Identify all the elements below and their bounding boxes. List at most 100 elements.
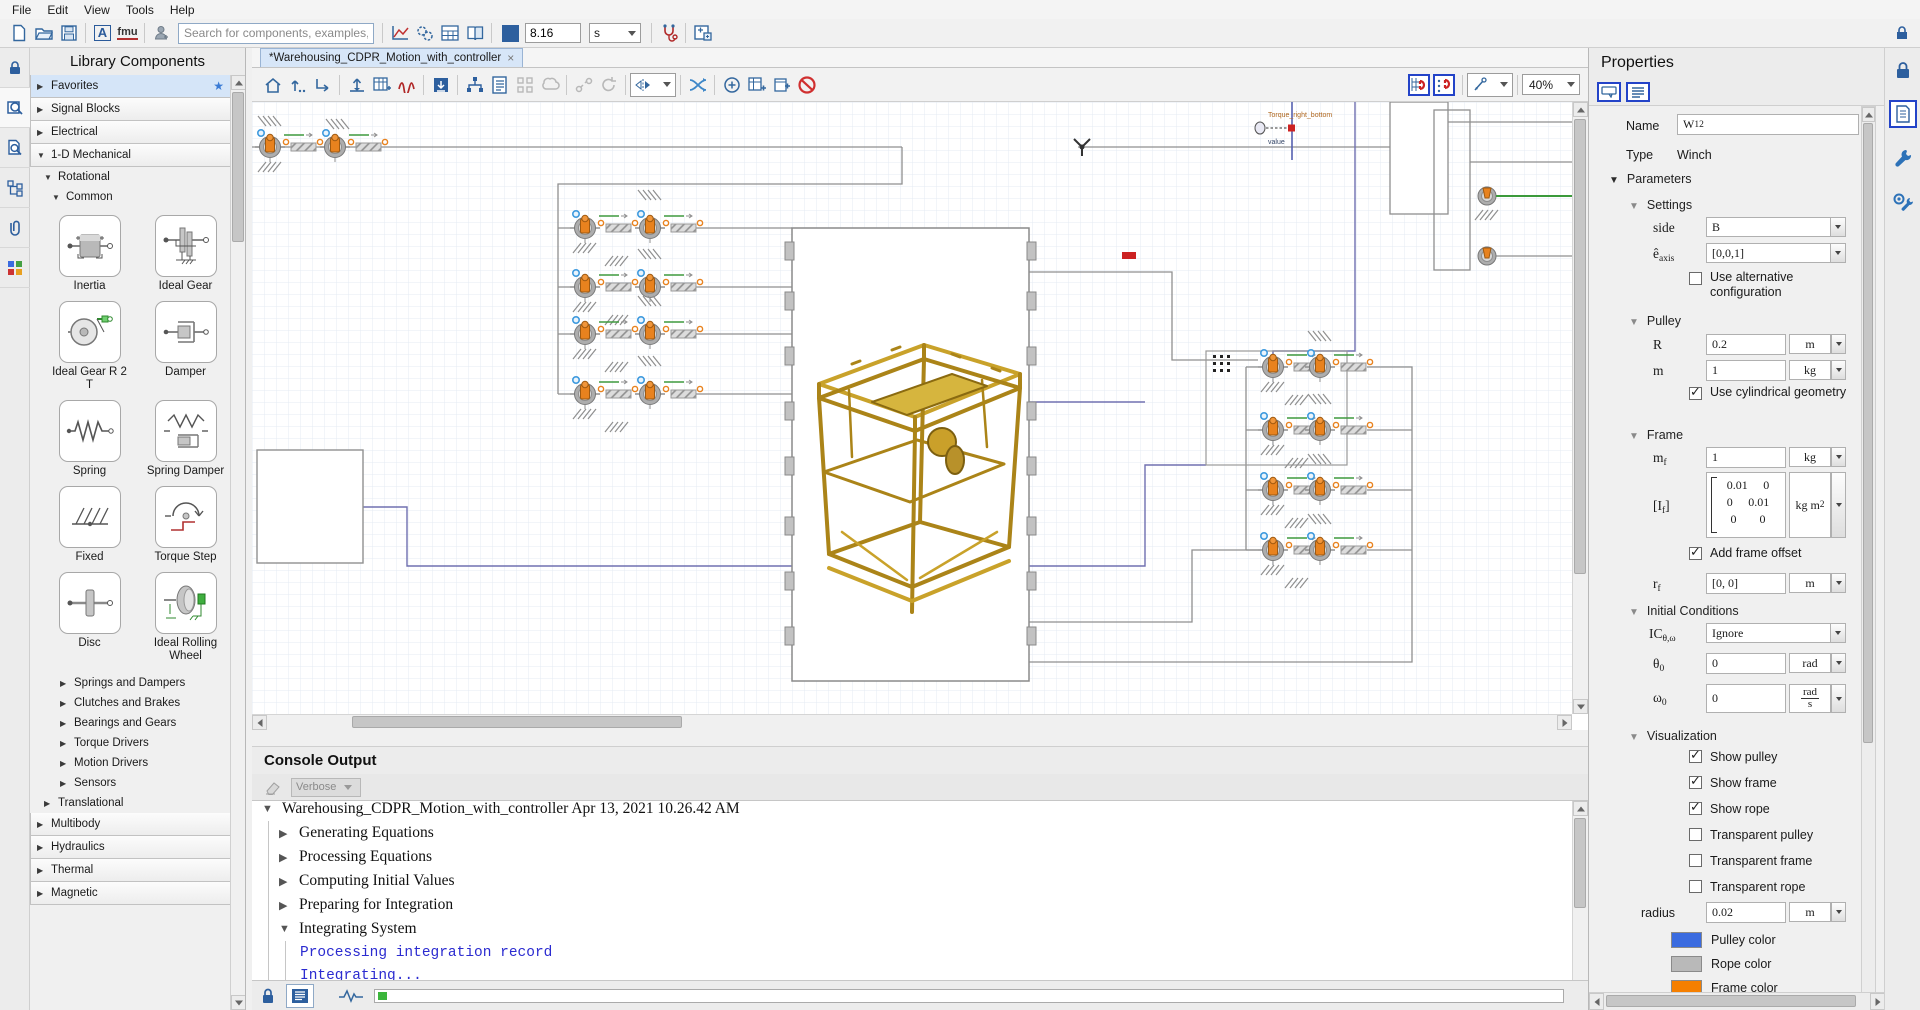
parameters-section-header[interactable]: ▼Parameters [1609,172,1692,186]
menu-edit[interactable]: Edit [39,1,76,19]
home-view-button[interactable] [260,73,285,97]
status-simulation-icon[interactable] [338,988,364,1004]
library-search-icon[interactable] [0,88,30,128]
library-item-bearings-and-gears[interactable]: ▶Bearings and Gears [30,713,231,733]
ic-select[interactable]: Ignore [1706,623,1846,643]
simulation-settings-icon[interactable] [1885,136,1920,180]
console-run-header[interactable]: ▼ Warehousing_CDPR_Motion_with_controlle… [262,801,1572,821]
library-item-1d-mechanical[interactable]: ▼1-D Mechanical [30,144,231,167]
schematic-canvas[interactable]: Torque_right_bottom value [252,102,1588,730]
model-tree-icon[interactable] [0,168,30,208]
code-generation-button[interactable] [437,21,462,45]
pulley-section-header[interactable]: ▼Pulley [1629,314,1681,328]
snapshot-button[interactable] [690,21,715,45]
open-file-button[interactable] [31,21,56,45]
show-rope-checkbox[interactable] [1689,802,1702,815]
status-document-view-button[interactable] [286,984,314,1008]
library-item-motion-drivers[interactable]: ▶Motion Drivers [30,753,231,773]
frame-inertia-matrix[interactable]: 0.010 00.01 00 [1706,472,1786,538]
multibody-settings-icon[interactable] [1885,180,1920,224]
lock-properties-icon[interactable] [1885,48,1920,92]
menu-help[interactable]: Help [162,1,203,19]
export-subsystem-button[interactable] [344,73,369,97]
library-item-rotational[interactable]: ▼Rotational [30,167,231,187]
initial-conditions-section-header[interactable]: ▼Initial Conditions [1629,604,1739,618]
component-inertia[interactable]: Inertia [46,215,134,293]
go-into-subsystem-button[interactable] [310,73,335,97]
component-damper[interactable]: Damper [142,301,230,392]
frame-mf-unit[interactable]: kg [1789,447,1846,467]
add-subsystem-window-button[interactable] [769,73,794,97]
show-pulley-checkbox[interactable] [1689,750,1702,763]
lock-layout-icon[interactable] [0,48,30,88]
frame-offset-checkbox[interactable] [1689,547,1702,560]
show-frame-checkbox[interactable] [1689,776,1702,789]
fmu-export-button[interactable]: fmu [115,21,140,45]
frame-inertia-unit[interactable]: kg m2 [1789,472,1846,538]
console-step[interactable]: ▼Integrating System [279,917,1572,941]
simulation-duration-input[interactable] [525,23,581,43]
probe-style-select[interactable] [1467,73,1513,97]
alt-config-checkbox[interactable] [1689,272,1702,285]
menu-view[interactable]: View [76,1,118,19]
plot-window-button[interactable] [387,21,412,45]
library-item-clutches-and-brakes[interactable]: ▶Clutches and Brakes [30,693,231,713]
component-torque-step[interactable]: Torque Step [142,486,230,564]
library-item-springs-and-dampers[interactable]: ▶Springs and Dampers [30,673,231,693]
library-item-signal-blocks[interactable]: ▶Signal Blocks [30,98,231,121]
console-step[interactable]: ▶Processing Equations [279,845,1572,869]
status-lock-icon[interactable] [260,987,276,1005]
probe-point[interactable] [1288,125,1295,132]
theta0-input[interactable]: 0 [1706,653,1786,674]
pulley-m-unit[interactable]: kg [1789,360,1846,380]
library-item-thermal[interactable]: ▶Thermal [30,859,231,882]
layout-grid-button[interactable] [512,73,537,97]
collapse-subsystem-button[interactable] [428,73,453,97]
library-item-magnetic[interactable]: ▶Magnetic [30,882,231,905]
library-item-common[interactable]: ▼Common [30,187,231,207]
component-spring[interactable]: Spring [46,400,134,478]
probe-tool-button[interactable] [656,21,681,45]
show-hierarchy-button[interactable] [462,73,487,97]
library-item-translational[interactable]: ▶Translational [30,793,231,813]
user-button[interactable] [149,21,174,45]
library-item-multibody[interactable]: ▶Multibody [30,813,231,836]
menu-tools[interactable]: Tools [118,1,162,19]
library-item-favorites[interactable]: ▶Favorites★ [30,75,231,98]
add-table-button[interactable] [369,73,394,97]
selection-handle[interactable] [1213,355,1230,372]
radius-input[interactable]: 0.02 [1706,902,1786,923]
document-tab[interactable]: *Warehousing_CDPR_Motion_with_controller… [260,48,523,67]
name-input[interactable]: W12 [1677,114,1859,135]
side-select[interactable]: B [1706,217,1846,237]
group-components-button[interactable] [537,73,562,97]
flip-orientation-select[interactable] [630,73,676,97]
component-ideal-rolling-wheel[interactable]: Ideal Rolling Wheel [142,572,230,663]
canvas-vertical-scrollbar[interactable] [1572,102,1588,714]
canvas-horizontal-scrollbar[interactable] [252,714,1572,730]
flow-source-marker[interactable] [1122,252,1136,259]
toolbar-lock-icon[interactable] [1889,21,1914,45]
documentation-button[interactable] [462,21,487,45]
cad-subsystem-block[interactable] [785,228,1036,681]
menu-file[interactable]: File [4,1,39,19]
forbid-connection-button[interactable] [794,73,819,97]
multibody-view-icon[interactable] [0,248,30,288]
save-button[interactable] [56,21,81,45]
equations-button[interactable] [394,73,419,97]
console-step[interactable]: ▶Generating Equations [279,821,1572,845]
show-definitions-button[interactable] [487,73,512,97]
pulley-r-unit[interactable]: m [1789,334,1846,354]
snap-to-grid-toggle[interactable] [1408,74,1430,96]
transparent-frame-checkbox[interactable] [1689,854,1702,867]
document-search-icon[interactable] [0,128,30,168]
properties-vertical-scrollbar[interactable] [1861,106,1876,1010]
annotation-button[interactable]: A [90,21,115,45]
frame-section-header[interactable]: ▼Frame [1629,428,1683,442]
pulley-m-input[interactable]: 1 [1706,360,1786,381]
disconnect-button[interactable] [571,73,596,97]
time-unit-select[interactable]: s [589,23,641,43]
tab-close-icon[interactable]: × [507,51,514,65]
clear-console-icon[interactable] [260,775,285,799]
analysis-button[interactable] [412,21,437,45]
